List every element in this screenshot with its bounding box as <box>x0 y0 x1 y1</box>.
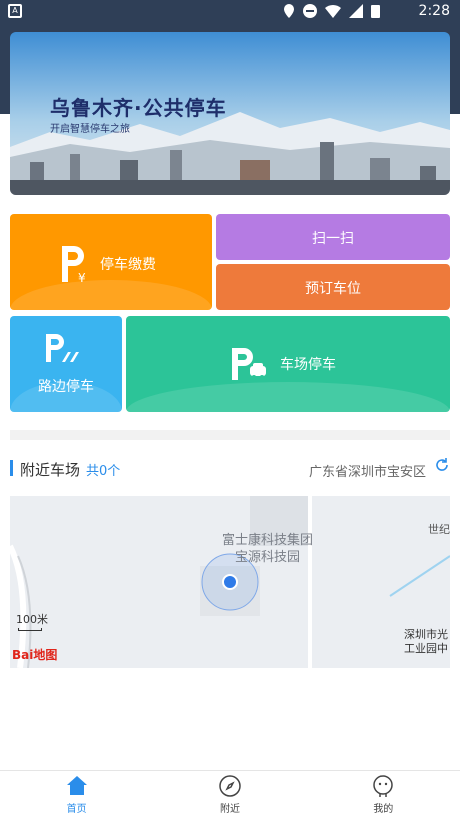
home-icon <box>66 776 87 795</box>
banner[interactable]: 乌鲁木齐·公共停车 开启智慧停车之旅 <box>10 32 450 195</box>
roadside-parking-label: 路边停车 <box>38 379 94 395</box>
section-divider <box>10 430 450 440</box>
tab-home[interactable]: 首页 <box>0 771 153 818</box>
section-marker <box>10 460 13 476</box>
nearby-count: 共0个 <box>86 464 121 479</box>
map-logo: Bai地图 <box>12 648 58 662</box>
roadside-parking-tile[interactable]: 路边停车 <box>10 316 122 412</box>
map-scale-label: 100米 <box>16 613 48 626</box>
poi-line-2: 宝源科技园 <box>235 550 301 565</box>
scan-label: 扫一扫 <box>312 231 354 247</box>
scan-tile[interactable]: 扫一扫 <box>216 214 450 260</box>
tab-mine-label: 我的 <box>373 804 394 815</box>
profile-icon <box>373 775 394 797</box>
tab-mine[interactable]: 我的 <box>307 771 460 818</box>
roadside-parking-icon <box>46 334 79 362</box>
do-not-disturb-icon <box>303 4 317 18</box>
svg-text:¥: ¥ <box>78 271 86 284</box>
map-view[interactable]: 富士康科技集团 宝源科技园 世纪 100米 Bai地图 深圳市光 工业园中 <box>10 496 450 668</box>
signal-icon <box>349 4 363 18</box>
notification-icon: A <box>8 4 22 18</box>
bottom-tab-bar: 首页 附近 我的 <box>0 770 460 818</box>
map-scale-bar <box>18 628 42 631</box>
tile-wave <box>10 280 212 310</box>
parking-payment-tile[interactable]: ¥ 停车缴费 <box>10 214 212 310</box>
tab-nearby[interactable]: 附近 <box>153 771 306 818</box>
place-line-1: 深圳市光 <box>404 628 448 641</box>
place-line-2: 工业园中 <box>404 642 448 655</box>
parking-payment-icon: ¥ <box>62 246 86 284</box>
lot-parking-tile[interactable]: 车场停车 <box>126 316 450 412</box>
reserve-spot-tile[interactable]: 预订车位 <box>216 264 450 310</box>
lot-parking-icon <box>232 348 266 380</box>
map-background <box>10 496 450 668</box>
map-place-label: 深圳市光 工业园中 <box>404 628 448 656</box>
current-location: 广东省深圳市宝安区 <box>308 465 426 480</box>
tile-wave <box>126 382 450 412</box>
nearby-title: 附近车场 <box>20 461 81 479</box>
compass-icon <box>219 775 241 797</box>
reserve-spot-label: 预订车位 <box>305 281 361 297</box>
parking-payment-label: 停车缴费 <box>100 257 156 273</box>
tab-nearby-label: 附近 <box>219 804 240 815</box>
lot-parking-label: 车场停车 <box>280 357 336 373</box>
banner-subtitle: 开启智慧停车之旅 <box>50 124 130 135</box>
refresh-icon[interactable] <box>434 457 450 473</box>
banner-title: 乌鲁木齐·公共停车 <box>50 96 227 120</box>
clock: 2:28 <box>418 3 450 19</box>
wifi-icon <box>325 5 341 18</box>
poi-line-1: 富士康科技集团 <box>222 533 314 548</box>
location-icon <box>284 4 294 18</box>
map-label: 世纪 <box>428 523 450 536</box>
battery-icon <box>371 5 380 18</box>
map-poi-label: 富士康科技集团 宝源科技园 <box>222 532 313 566</box>
status-bar: A 2:28 <box>0 0 460 24</box>
tab-home-label: 首页 <box>66 804 87 815</box>
